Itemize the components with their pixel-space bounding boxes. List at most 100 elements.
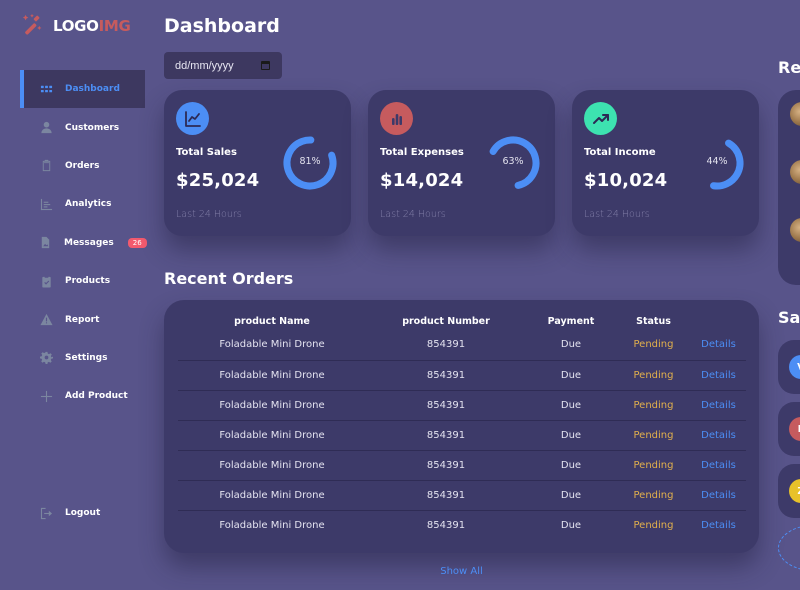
card-value: $25,024 [176, 170, 260, 191]
product-number-cell: 854391 [366, 480, 526, 511]
sidebar-item-analytics[interactable]: Analytics [20, 185, 145, 223]
avatar [790, 218, 800, 242]
sidebar-item-label: Messages [64, 237, 114, 248]
sidebar-item-report[interactable]: Report [20, 300, 145, 338]
details-link[interactable]: Details [691, 420, 746, 451]
gear-icon [39, 351, 53, 365]
payment-cell: Due [526, 480, 616, 511]
sales-item[interactable]: Z [778, 464, 800, 518]
sidebar-item-label: Dashboard [65, 84, 120, 95]
details-link[interactable]: Details [691, 330, 746, 361]
sales-item-icon: Z [789, 479, 800, 503]
table-row: Foladable Mini Drone 854391 Due Pending Deta… [178, 330, 746, 361]
logout-icon [39, 506, 53, 520]
progress-label: 81% [299, 156, 321, 167]
card-total-income: Total Income $10,024 Last 24 Hours 44% [572, 90, 759, 236]
sidebar-item-messages[interactable]: Messages 26 [20, 224, 147, 262]
date-filter-input[interactable]: dd/mm/yyyy [164, 52, 282, 79]
status-cell: Pending [616, 360, 691, 391]
sidebar-item-label: Add Product [65, 391, 128, 402]
table-row: Foladable Mini Drone 854391 Due Pending Deta… [178, 360, 746, 391]
product-number-cell: 854391 [366, 450, 526, 481]
sidebar: LOGOIMG Dashboard Customers Orders Analy… [0, 0, 150, 590]
warning-icon [39, 313, 53, 327]
card-subtext: Last 24 Hours [584, 209, 650, 220]
product-name-cell: Foladable Mini Drone [178, 450, 366, 481]
payment-cell: Due [526, 420, 616, 451]
sidebar-item-add-product[interactable]: Add Product [20, 377, 145, 415]
clipboard-check-icon [39, 274, 53, 288]
sidebar-item-label: Customers [65, 122, 120, 133]
recent-orders-table: product Name product Number Payment Stat… [164, 300, 759, 553]
sales-item-icon: E [789, 417, 800, 441]
table-row: Foladable Mini Drone 854391 Due Pending Deta… [178, 420, 746, 451]
product-name-cell: Foladable Mini Drone [178, 330, 366, 361]
sales-item[interactable]: V [778, 340, 800, 394]
details-link[interactable]: Details [691, 360, 746, 391]
details-link[interactable]: Details [691, 510, 746, 540]
document-icon [39, 236, 52, 250]
status-cell: Pending [633, 519, 674, 531]
details-link[interactable]: Details [691, 450, 746, 481]
logout-button[interactable]: Logout [20, 494, 145, 532]
payment-cell: Due [560, 519, 582, 531]
card-value: $10,024 [584, 170, 668, 191]
status-cell: Pending [616, 450, 691, 481]
status-cell: Pending [616, 330, 691, 361]
product-number-cell: 854391 [366, 390, 526, 421]
product-name-cell: Foladable Mini Drone [219, 519, 325, 531]
table-row: Foladable Mini Drone 854391 Due Pending Deta… [178, 390, 746, 421]
sales-item[interactable]: E [778, 402, 800, 456]
card-subtext: Last 24 Hours [380, 209, 446, 220]
logo[interactable]: LOGOIMG [21, 13, 131, 39]
status-cell: Pending [616, 420, 691, 451]
column-header: Status [636, 315, 671, 327]
messages-badge: 26 [127, 237, 147, 248]
sidebar-item-orders[interactable]: Orders [20, 147, 145, 185]
show-all-link[interactable]: Show All [164, 566, 759, 577]
product-name-cell: Foladable Mini Drone [178, 390, 366, 421]
add-item-button[interactable] [778, 525, 800, 571]
calendar-icon[interactable] [261, 61, 270, 70]
sidebar-item-label: Settings [65, 352, 108, 363]
line-chart-icon [176, 102, 209, 135]
progress-label: 44% [706, 156, 728, 167]
product-name-cell: Foladable Mini Drone [178, 480, 366, 511]
avatar [790, 102, 800, 126]
product-number-cell: 854391 [366, 360, 526, 391]
bar-chart-icon [39, 197, 53, 211]
column-header: product Number [402, 315, 490, 327]
details-link[interactable]: Details [691, 390, 746, 421]
sidebar-item-label: Products [65, 276, 111, 287]
product-number-cell: 854391 [366, 420, 526, 451]
column-header: Payment [547, 315, 595, 327]
payment-cell: Due [526, 360, 616, 391]
card-label: Total Sales [176, 147, 237, 158]
logout-label: Logout [65, 508, 101, 519]
details-link[interactable]: Details [691, 480, 746, 511]
avatar [790, 160, 800, 184]
sidebar-item-products[interactable]: Products [20, 262, 145, 300]
clipboard-icon [39, 159, 53, 173]
sidebar-nav: Dashboard Customers Orders Analytics Mes… [20, 70, 147, 416]
sidebar-item-dashboard[interactable]: Dashboard [20, 70, 145, 109]
bar-chart-icon [380, 102, 413, 135]
card-label: Total Income [584, 147, 656, 158]
logout-area: Logout [20, 494, 145, 532]
grid-icon [39, 82, 53, 96]
recent-orders-title: Recent Orders [164, 269, 294, 288]
payment-cell: Due [526, 390, 616, 421]
product-name-cell: Foladable Mini Drone [178, 420, 366, 451]
table-row: Foladable Mini Drone 854391 Due Pending Deta… [178, 450, 746, 481]
logo-text: LOGOIMG [53, 17, 131, 35]
sidebar-item-customers[interactable]: Customers [20, 108, 145, 146]
product-number-cell: 854391 [366, 330, 526, 361]
person-icon [39, 121, 53, 135]
sidebar-item-settings[interactable]: Settings [20, 339, 145, 377]
sales-analytics-title: Sa [778, 308, 800, 327]
card-total-expenses: Total Expenses $14,024 Last 24 Hours 63% [368, 90, 555, 236]
magic-wand-icon [21, 13, 43, 39]
recent-updates-card [778, 90, 800, 285]
sidebar-item-label: Analytics [65, 199, 112, 210]
table-header: product Name product Number Payment Stat… [178, 312, 746, 330]
